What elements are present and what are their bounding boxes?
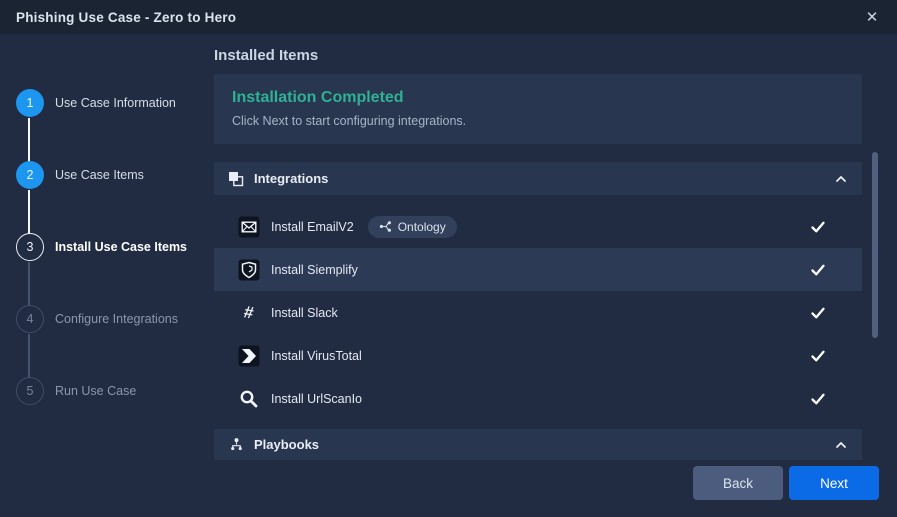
section-label: Integrations: [254, 171, 328, 186]
list-item-install-virustotal[interactable]: Install VirusTotal: [214, 334, 862, 377]
check-icon: [810, 348, 826, 364]
wizard-stepper: 1 Use Case Information 2 Use Case Items …: [0, 34, 214, 517]
step-number-badge: 5: [16, 377, 44, 405]
step-label: Use Case Items: [55, 168, 144, 182]
email-icon: [238, 216, 260, 238]
chevron-up-icon[interactable]: [834, 172, 848, 186]
page-title: Installed Items: [214, 47, 318, 64]
step-connector: [28, 118, 30, 162]
ontology-badge[interactable]: Ontology: [368, 216, 457, 238]
integrations-icon: [228, 168, 244, 190]
step-number-badge: 1: [16, 89, 44, 117]
list-item-label: Install Slack: [271, 306, 338, 320]
step-configure-integrations[interactable]: 4 Configure Integrations: [16, 305, 178, 333]
siemplify-shield-icon: [238, 259, 260, 281]
step-number-badge: 2: [16, 161, 44, 189]
step-label: Run Use Case: [55, 384, 136, 398]
branch-icon: [379, 220, 392, 233]
slack-icon: #: [238, 302, 260, 324]
step-use-case-information[interactable]: 1 Use Case Information: [16, 89, 176, 117]
check-icon: [810, 219, 826, 235]
step-number-badge: 3: [16, 233, 44, 261]
scrollbar-thumb[interactable]: [872, 152, 878, 338]
list-item-label: Install EmailV2: [271, 220, 354, 234]
list-item-install-emailv2[interactable]: Install EmailV2 Ontology: [214, 205, 862, 248]
list-item-install-siemplify[interactable]: Install Siemplify: [214, 248, 862, 291]
playbooks-section-header[interactable]: Playbooks: [214, 429, 862, 460]
search-icon: [238, 388, 260, 410]
integrations-section-header[interactable]: Integrations: [214, 162, 862, 195]
modal-titlebar: Phishing Use Case - Zero to Hero ✕: [0, 0, 897, 34]
section-label: Playbooks: [254, 437, 319, 452]
step-install-use-case-items[interactable]: 3 Install Use Case Items: [16, 233, 187, 261]
list-item-label: Install Siemplify: [271, 263, 358, 277]
step-connector: [28, 262, 30, 306]
step-label: Configure Integrations: [55, 312, 178, 326]
step-run-use-case[interactable]: 5 Run Use Case: [16, 377, 136, 405]
list-item-label: Install UrlScanIo: [271, 392, 362, 406]
check-icon: [810, 391, 826, 407]
step-connector: [28, 334, 30, 378]
badge-label: Ontology: [398, 220, 446, 234]
installation-status-banner: Installation Completed Click Next to sta…: [214, 74, 862, 144]
chevron-up-icon[interactable]: [834, 438, 848, 452]
list-item-label: Install VirusTotal: [271, 349, 362, 363]
virustotal-icon: [238, 345, 260, 367]
banner-title: Installation Completed: [232, 89, 862, 107]
step-number-badge: 4: [16, 305, 44, 333]
banner-message: Click Next to start configuring integrat…: [232, 114, 862, 128]
modal-title: Phishing Use Case - Zero to Hero: [16, 10, 236, 25]
list-item-install-urlscanio[interactable]: Install UrlScanIo: [214, 377, 862, 420]
integrations-list: Install EmailV2 Ontology Install Siempl: [214, 205, 862, 420]
check-icon: [810, 262, 826, 278]
step-label: Use Case Information: [55, 96, 176, 110]
list-item-install-slack[interactable]: # Install Slack: [214, 291, 862, 334]
next-button[interactable]: Next: [789, 466, 879, 500]
back-button[interactable]: Back: [693, 466, 783, 500]
check-icon: [810, 305, 826, 321]
playbooks-icon: [228, 434, 244, 456]
close-icon[interactable]: ✕: [857, 0, 887, 34]
step-use-case-items[interactable]: 2 Use Case Items: [16, 161, 144, 189]
step-connector: [28, 190, 30, 234]
step-label: Install Use Case Items: [55, 240, 187, 254]
